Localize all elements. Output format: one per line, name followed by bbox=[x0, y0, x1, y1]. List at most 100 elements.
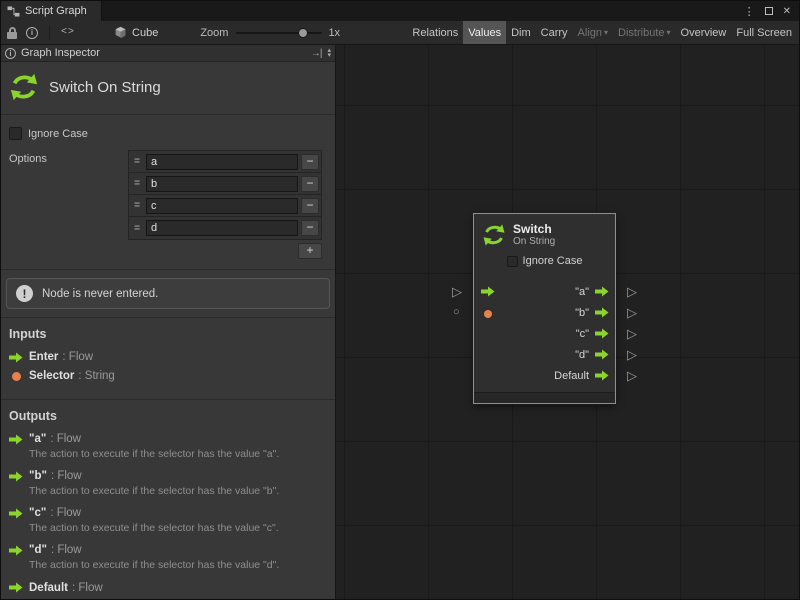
output-port-row[interactable]: "a" bbox=[474, 281, 615, 302]
drag-handle-icon[interactable]: = bbox=[131, 200, 143, 211]
enter-port[interactable] bbox=[481, 286, 495, 297]
output-description: The action to execute if the selector ha… bbox=[29, 448, 327, 461]
graph-icon bbox=[7, 6, 20, 17]
output-connection-stub[interactable]: ▷ bbox=[627, 369, 637, 382]
flow-port-icon bbox=[9, 352, 23, 363]
maximize-icon[interactable] bbox=[765, 7, 773, 15]
output-connection-stub[interactable]: ▷ bbox=[627, 327, 637, 340]
selector-port[interactable] bbox=[484, 309, 492, 321]
port-label: Default bbox=[554, 370, 589, 382]
remove-option-button[interactable]: − bbox=[301, 154, 319, 170]
output-item: "a" : Flow bbox=[1, 433, 335, 445]
inspector-title: Graph Inspector bbox=[21, 47, 100, 59]
fullscreen-button[interactable]: Full Screen bbox=[731, 21, 797, 44]
output-connection-stub[interactable]: ▷ bbox=[627, 348, 637, 361]
output-port-row[interactable]: Default bbox=[474, 365, 615, 386]
chevron-down-icon: ▾ bbox=[667, 29, 671, 37]
graph-target[interactable]: Cube bbox=[114, 26, 158, 39]
lock-button[interactable] bbox=[3, 23, 21, 43]
output-name: "d" bbox=[29, 544, 47, 556]
dock-icon[interactable]: →| bbox=[311, 48, 322, 59]
ignore-case-checkbox[interactable] bbox=[9, 127, 22, 140]
inspect-button[interactable]: i bbox=[21, 23, 43, 43]
relations-button[interactable]: Relations bbox=[407, 21, 463, 44]
window-menu-icon[interactable]: ⋮ bbox=[744, 5, 755, 18]
output-connection-stub[interactable]: ▷ bbox=[627, 306, 637, 319]
input-name: Selector bbox=[29, 370, 74, 382]
input-type: : Flow bbox=[62, 351, 93, 363]
ignore-case-label: Ignore Case bbox=[28, 128, 88, 140]
edit-script-button[interactable]: <> bbox=[56, 23, 80, 43]
cube-icon bbox=[114, 26, 127, 39]
output-type: : Flow bbox=[51, 544, 82, 556]
output-type: : Flow bbox=[50, 433, 81, 445]
output-port-row[interactable]: "c" bbox=[474, 323, 615, 344]
inputs-title: Inputs bbox=[9, 327, 335, 341]
output-description: The action to execute if the selector ha… bbox=[29, 559, 327, 572]
option-input[interactable] bbox=[146, 176, 298, 192]
remove-option-button[interactable]: − bbox=[301, 198, 319, 214]
tab-script-graph[interactable]: Script Graph bbox=[1, 1, 102, 21]
ignore-case-checkbox[interactable] bbox=[507, 256, 518, 267]
remove-option-button[interactable]: − bbox=[301, 220, 319, 236]
add-option-button[interactable]: + bbox=[298, 243, 322, 259]
node-title: Switch bbox=[513, 223, 555, 236]
overview-button[interactable]: Overview bbox=[676, 21, 732, 44]
output-name: "b" bbox=[29, 470, 47, 482]
node-properties: Ignore Case Options = − = bbox=[1, 115, 335, 270]
flow-port-icon bbox=[595, 370, 609, 381]
output-item: "d" : Flow bbox=[1, 544, 335, 556]
scroll-spinner[interactable]: ▴ ▾ bbox=[327, 48, 331, 58]
info-icon: i bbox=[26, 27, 38, 39]
flow-port-icon bbox=[9, 508, 23, 519]
zoom-slider-handle[interactable] bbox=[298, 28, 308, 38]
distribute-dropdown[interactable]: Distribute▾ bbox=[613, 21, 675, 44]
switch-node-icon bbox=[482, 223, 506, 247]
option-row: = − bbox=[129, 217, 321, 239]
warning-text: Node is never entered. bbox=[42, 288, 158, 300]
align-dropdown[interactable]: Align▾ bbox=[573, 21, 613, 44]
graph-canvas[interactable]: Switch On String Ignore Case bbox=[336, 45, 799, 599]
node-footer bbox=[474, 392, 615, 403]
output-port-row[interactable]: "b" bbox=[474, 302, 615, 323]
carry-button[interactable]: Carry bbox=[536, 21, 573, 44]
option-input[interactable] bbox=[146, 220, 298, 236]
option-input[interactable] bbox=[146, 198, 298, 214]
drag-handle-icon[interactable]: = bbox=[131, 178, 143, 189]
toolbar-separator bbox=[49, 26, 50, 40]
flow-port-icon bbox=[595, 307, 609, 318]
switch-on-string-node[interactable]: Switch On String Ignore Case bbox=[473, 213, 616, 404]
selector-connection-stub[interactable]: ○ bbox=[453, 307, 460, 318]
output-item: Default : Flow bbox=[1, 582, 335, 594]
option-row: = − bbox=[129, 195, 321, 217]
warning-icon: ! bbox=[16, 285, 33, 302]
input-name: Enter bbox=[29, 351, 58, 363]
output-description: The action to execute if the selector ha… bbox=[29, 485, 327, 498]
remove-option-button[interactable]: − bbox=[301, 176, 319, 192]
port-label: "c" bbox=[576, 328, 589, 340]
drag-handle-icon[interactable]: = bbox=[131, 223, 143, 234]
flow-port-icon bbox=[481, 286, 495, 297]
switch-node-icon bbox=[9, 72, 39, 102]
drag-handle-icon[interactable]: = bbox=[131, 156, 143, 167]
inputs-section: Inputs Enter : Flow Selector : String bbox=[1, 318, 335, 400]
node-subtitle: On String bbox=[513, 236, 555, 247]
port-label: "d" bbox=[575, 349, 589, 361]
output-name: "c" bbox=[29, 507, 46, 519]
dim-button[interactable]: Dim bbox=[506, 21, 536, 44]
values-button[interactable]: Values bbox=[463, 21, 506, 44]
zoom-slider[interactable] bbox=[236, 27, 322, 39]
option-input[interactable] bbox=[146, 154, 298, 170]
enter-connection-stub[interactable]: ▷ bbox=[452, 285, 462, 298]
close-icon[interactable]: ✕ bbox=[783, 6, 791, 17]
output-connection-stub[interactable]: ▷ bbox=[627, 285, 637, 298]
output-port-row[interactable]: "d" bbox=[474, 344, 615, 365]
flow-port-icon bbox=[595, 286, 609, 297]
target-label: Cube bbox=[132, 27, 158, 39]
flow-port-icon bbox=[9, 434, 23, 445]
zoom-label: Zoom bbox=[200, 27, 228, 39]
option-row: = − bbox=[129, 173, 321, 195]
flow-port-icon bbox=[9, 471, 23, 482]
scroll-down-icon[interactable]: ▾ bbox=[327, 53, 331, 58]
tab-title: Script Graph bbox=[25, 5, 87, 17]
